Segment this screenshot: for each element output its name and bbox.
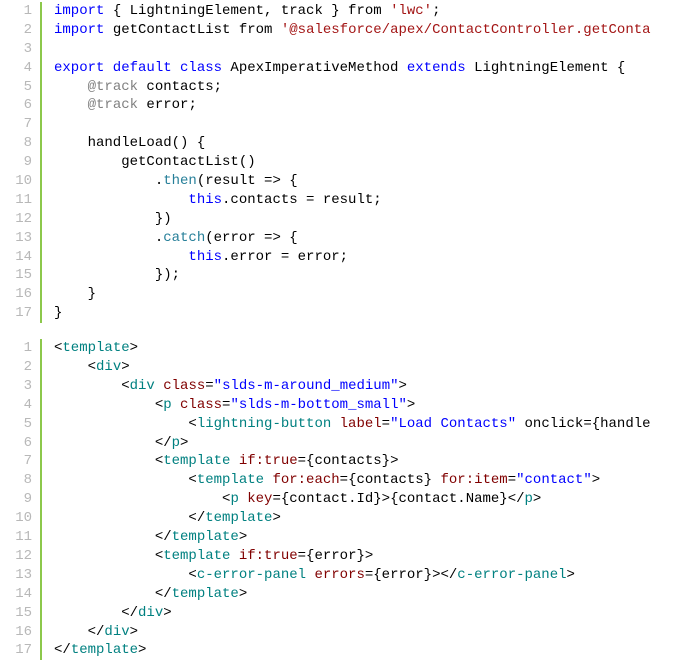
line-number: 15: [10, 604, 32, 623]
line-number: 6: [10, 96, 32, 115]
code-line: this.error = error;: [54, 248, 651, 267]
gutter: 1234567891011121314151617: [0, 2, 42, 323]
line-number: 4: [10, 396, 32, 415]
line-number: 14: [10, 248, 32, 267]
code-line: }: [54, 304, 651, 323]
line-number: 16: [10, 285, 32, 304]
code-line: </div>: [54, 623, 651, 642]
code-line: [54, 40, 651, 59]
line-number: 15: [10, 266, 32, 285]
line-number: 11: [10, 191, 32, 210]
code-line: this.contacts = result;: [54, 191, 651, 210]
line-number: 3: [10, 377, 32, 396]
line-number: 7: [10, 115, 32, 134]
code-line: export default class ApexImperativeMetho…: [54, 59, 651, 78]
line-number: 8: [10, 134, 32, 153]
code-line: import getContactList from '@salesforce/…: [54, 21, 651, 40]
line-number: 2: [10, 21, 32, 40]
line-number: 5: [10, 78, 32, 97]
line-number: 17: [10, 304, 32, 323]
line-number: 14: [10, 585, 32, 604]
code-line: <template if:true={error}>: [54, 547, 651, 566]
line-number: 13: [10, 229, 32, 248]
code-content: <template> <div> <div class="slds-m-arou…: [42, 339, 651, 660]
code-line: handleLoad() {: [54, 134, 651, 153]
line-number: 7: [10, 452, 32, 471]
code-line: <div>: [54, 358, 651, 377]
code-line: .catch(error => {: [54, 229, 651, 248]
code-line: getContactList(): [54, 153, 651, 172]
code-line: }): [54, 210, 651, 229]
code-line: </p>: [54, 434, 651, 453]
code-line: }: [54, 285, 651, 304]
code-line: import { LightningElement, track } from …: [54, 2, 651, 21]
line-number: 12: [10, 547, 32, 566]
line-number: 3: [10, 40, 32, 59]
line-number: 17: [10, 641, 32, 660]
line-number: 1: [10, 2, 32, 21]
gutter: 1234567891011121314151617: [0, 339, 42, 660]
code-line: <div class="slds-m-around_medium">: [54, 377, 651, 396]
line-number: 10: [10, 172, 32, 191]
line-number: 6: [10, 434, 32, 453]
line-number: 5: [10, 415, 32, 434]
code-line: <template>: [54, 339, 651, 358]
code-content: import { LightningElement, track } from …: [42, 2, 651, 323]
code-line: </template>: [54, 528, 651, 547]
code-line: </template>: [54, 641, 651, 660]
code-line: @track contacts;: [54, 78, 651, 97]
code-line: [54, 115, 651, 134]
code-line: .then(result => {: [54, 172, 651, 191]
code-line: <lightning-button label="Load Contacts" …: [54, 415, 651, 434]
code-block-js: 1234567891011121314151617 import { Light…: [0, 0, 680, 325]
code-line: <template for:each={contacts} for:item="…: [54, 471, 651, 490]
code-line: </template>: [54, 585, 651, 604]
line-number: 9: [10, 490, 32, 509]
code-line: <p class="slds-m-bottom_small">: [54, 396, 651, 415]
line-number: 9: [10, 153, 32, 172]
code-line: </template>: [54, 509, 651, 528]
code-line: <c-error-panel errors={error}></c-error-…: [54, 566, 651, 585]
line-number: 10: [10, 509, 32, 528]
line-number: 2: [10, 358, 32, 377]
line-number: 12: [10, 210, 32, 229]
line-number: 13: [10, 566, 32, 585]
code-line: <template if:true={contacts}>: [54, 452, 651, 471]
line-number: 1: [10, 339, 32, 358]
code-line: <p key={contact.Id}>{contact.Name}</p>: [54, 490, 651, 509]
code-line: @track error;: [54, 96, 651, 115]
line-number: 4: [10, 59, 32, 78]
code-block-html: 1234567891011121314151617 <template> <di…: [0, 337, 680, 662]
line-number: 11: [10, 528, 32, 547]
code-line: </div>: [54, 604, 651, 623]
line-number: 16: [10, 623, 32, 642]
code-line: });: [54, 266, 651, 285]
line-number: 8: [10, 471, 32, 490]
